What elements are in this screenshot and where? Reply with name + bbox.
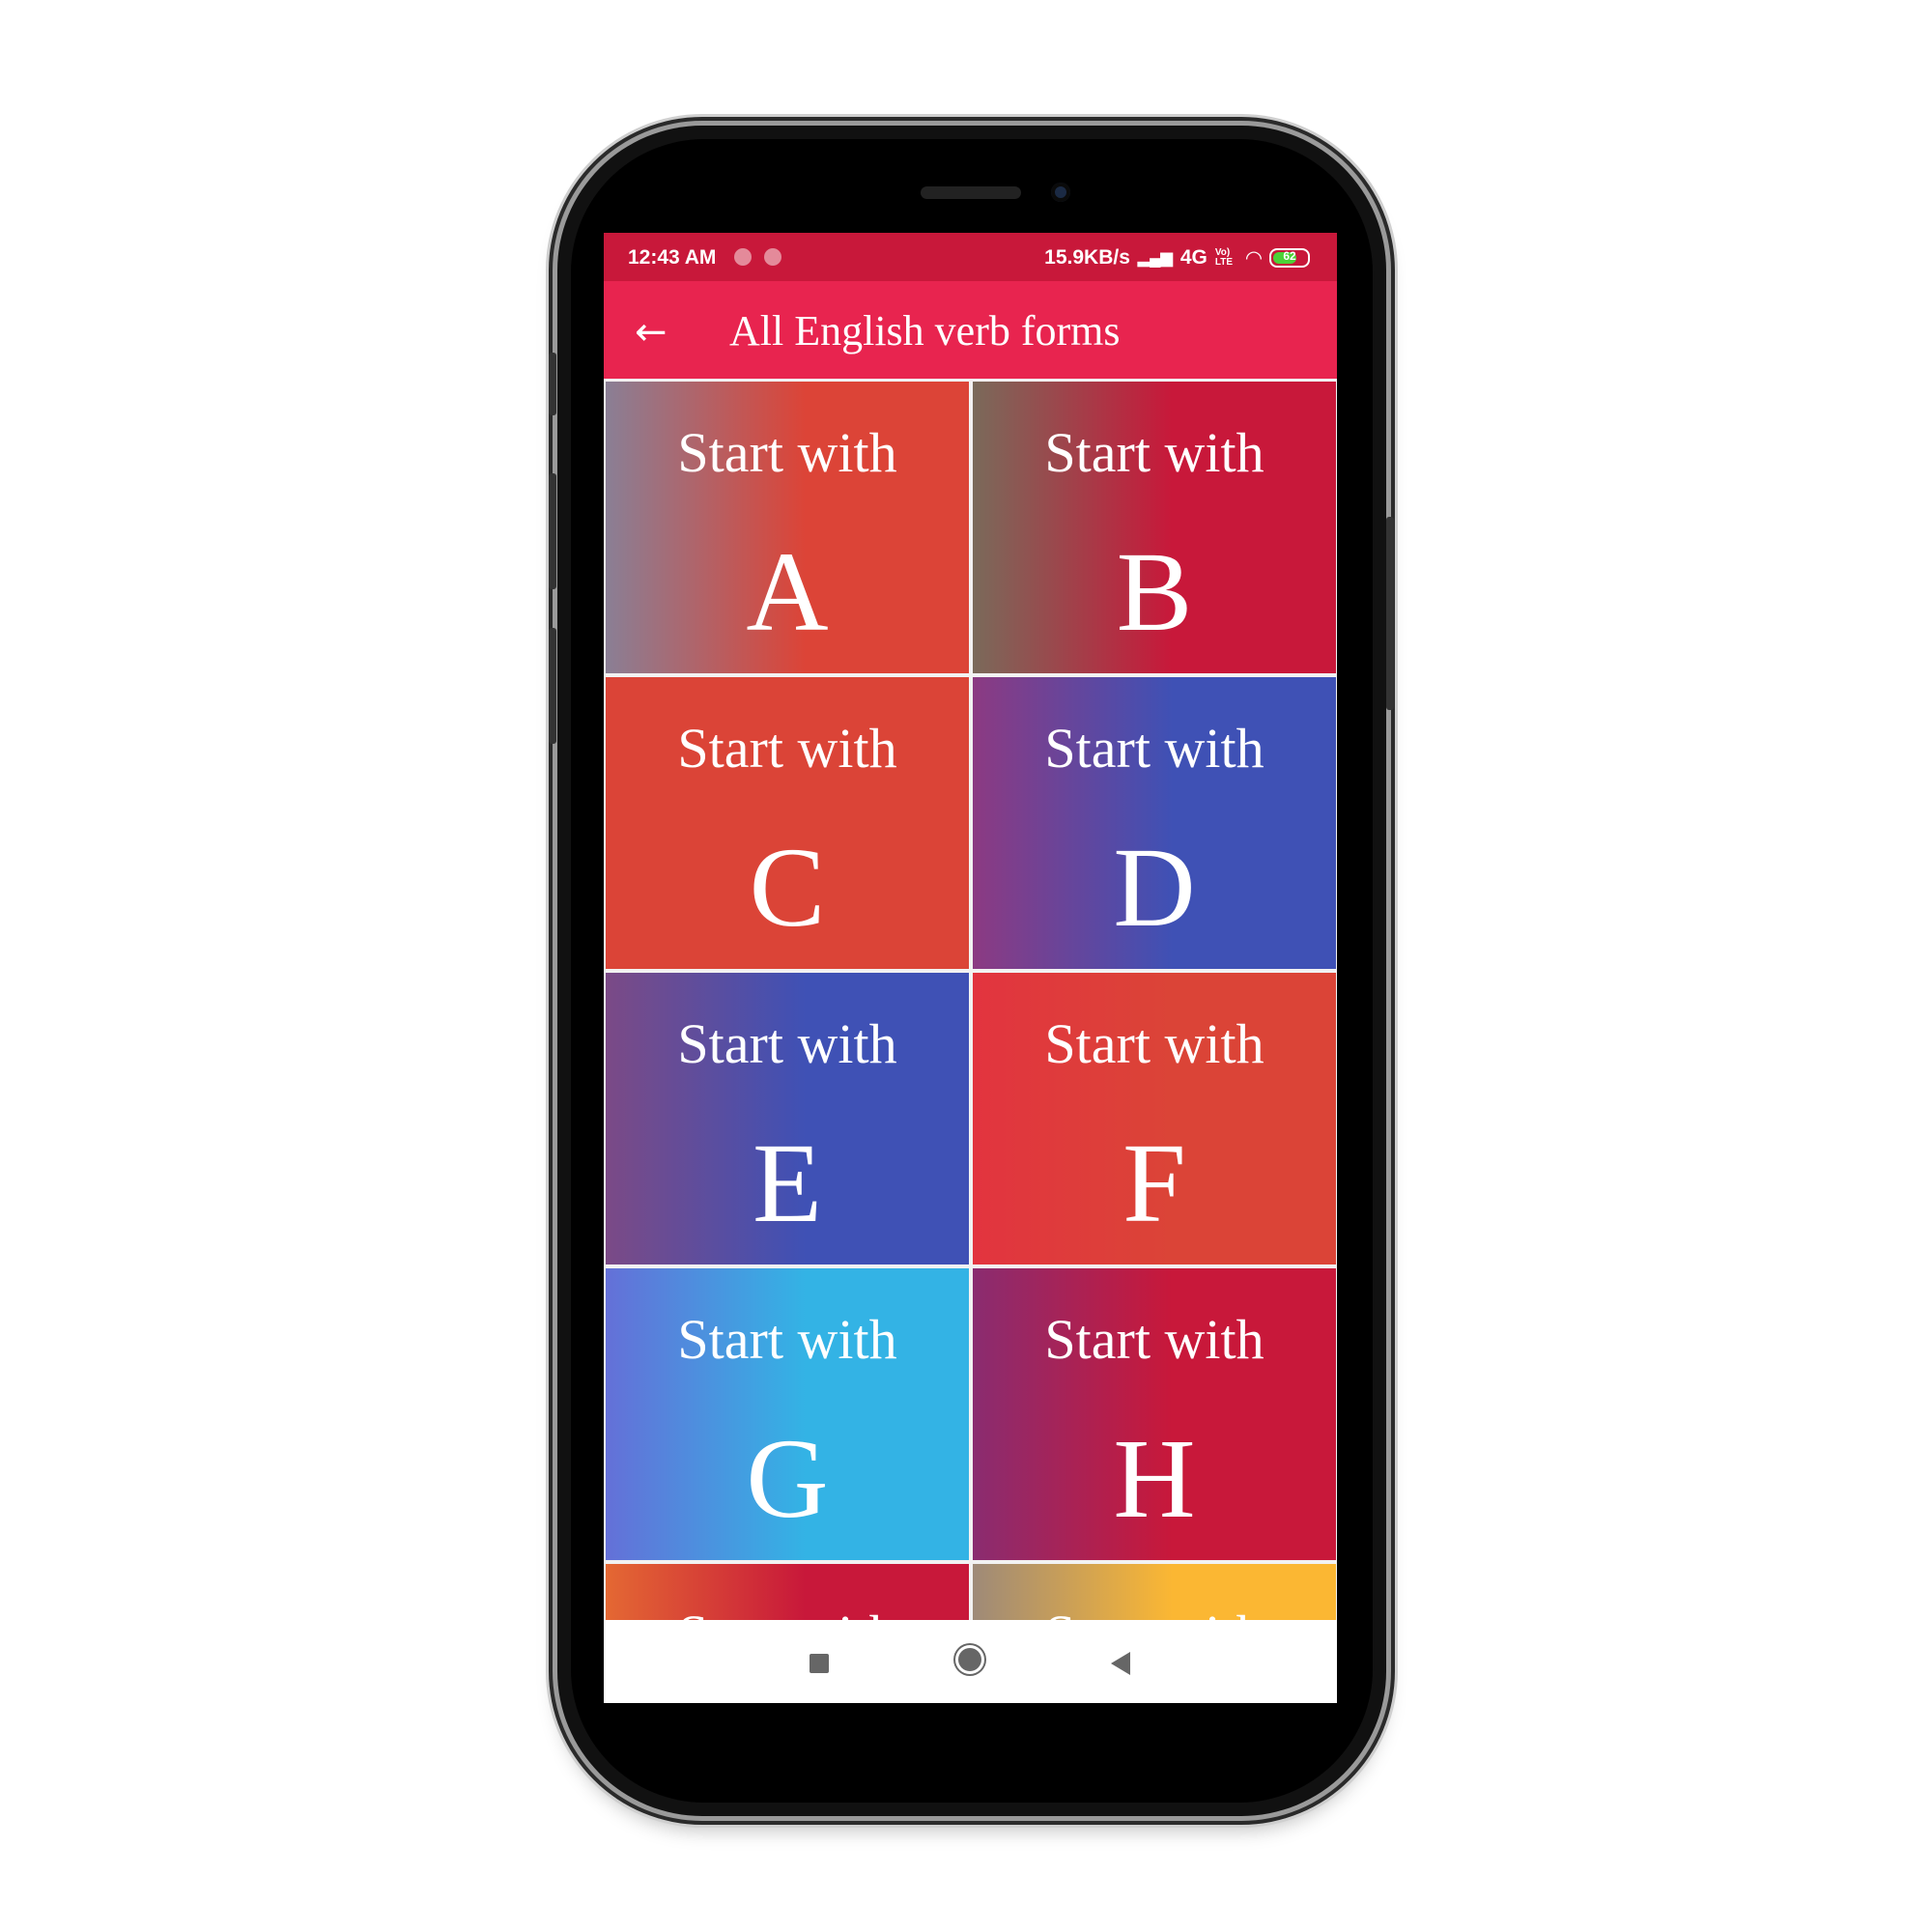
speaker-grille	[921, 186, 1021, 199]
battery-level: 62	[1283, 249, 1296, 263]
side-button	[549, 353, 556, 415]
power-button	[1386, 517, 1394, 710]
square-icon[interactable]	[810, 1654, 829, 1673]
screen: 12:43 AM 15.9KB/s ▂▄▆ 4G Vo) LTE ◠ 62 ← …	[604, 233, 1337, 1703]
tile-start-with-a[interactable]: Start with A	[606, 382, 969, 673]
volte-icon: Vo) LTE	[1214, 247, 1233, 268]
tile-letter: G	[746, 1415, 829, 1542]
tile-start-with-b[interactable]: Start with B	[973, 382, 1336, 673]
app-bar: ← All English verb forms	[604, 281, 1337, 379]
tile-letter: B	[1116, 528, 1193, 655]
tile-start-with-d[interactable]: Start with D	[973, 677, 1336, 969]
network-speed: 15.9KB/s	[1044, 246, 1130, 269]
arrow-left-icon[interactable]: ←	[635, 310, 668, 355]
tile-prefix: Start with	[1044, 1012, 1264, 1075]
tile-start-with-h[interactable]: Start with H	[973, 1268, 1336, 1560]
tile-prefix: Start with	[1044, 717, 1264, 780]
circle-icon[interactable]	[958, 1648, 981, 1671]
tile-prefix: Start with	[1044, 1308, 1264, 1371]
tile-letter: E	[752, 1120, 823, 1246]
battery-icon: 62	[1269, 248, 1310, 268]
tile-prefix: Start with	[677, 421, 897, 484]
tile-prefix: Start with	[677, 717, 897, 780]
notification-icon	[764, 248, 781, 266]
network-type: 4G	[1179, 246, 1208, 269]
page-title: All English verb forms	[729, 307, 1121, 355]
tile-start-with-c[interactable]: Start with C	[606, 677, 969, 969]
tile-start-with-e[interactable]: Start with E	[606, 973, 969, 1264]
volume-up-button	[549, 473, 556, 589]
tile-letter: A	[746, 528, 829, 655]
tile-start-with-f[interactable]: Start with F	[973, 973, 1336, 1264]
tile-letter: D	[1113, 824, 1196, 951]
tile-start-with-g[interactable]: Start with G	[606, 1268, 969, 1560]
triangle-back-icon[interactable]	[1111, 1652, 1130, 1675]
tile-letter: H	[1113, 1415, 1196, 1542]
notification-icon	[734, 248, 752, 266]
signal-icon: ▂▄▆	[1137, 250, 1173, 267]
wifi-icon: ◠	[1245, 246, 1262, 270]
tile-prefix: Start with	[677, 1012, 897, 1075]
status-time: 12:43 AM	[628, 246, 717, 269]
tile-prefix: Start with	[677, 1308, 897, 1371]
volume-down-button	[549, 628, 556, 744]
front-camera	[1051, 183, 1070, 202]
tile-letter: F	[1122, 1120, 1186, 1246]
status-bar: 12:43 AM 15.9KB/s ▂▄▆ 4G Vo) LTE ◠ 62	[604, 233, 1337, 281]
tile-letter: C	[749, 824, 826, 951]
tile-prefix: Start with	[1044, 421, 1264, 484]
navigation-bar	[604, 1620, 1337, 1703]
